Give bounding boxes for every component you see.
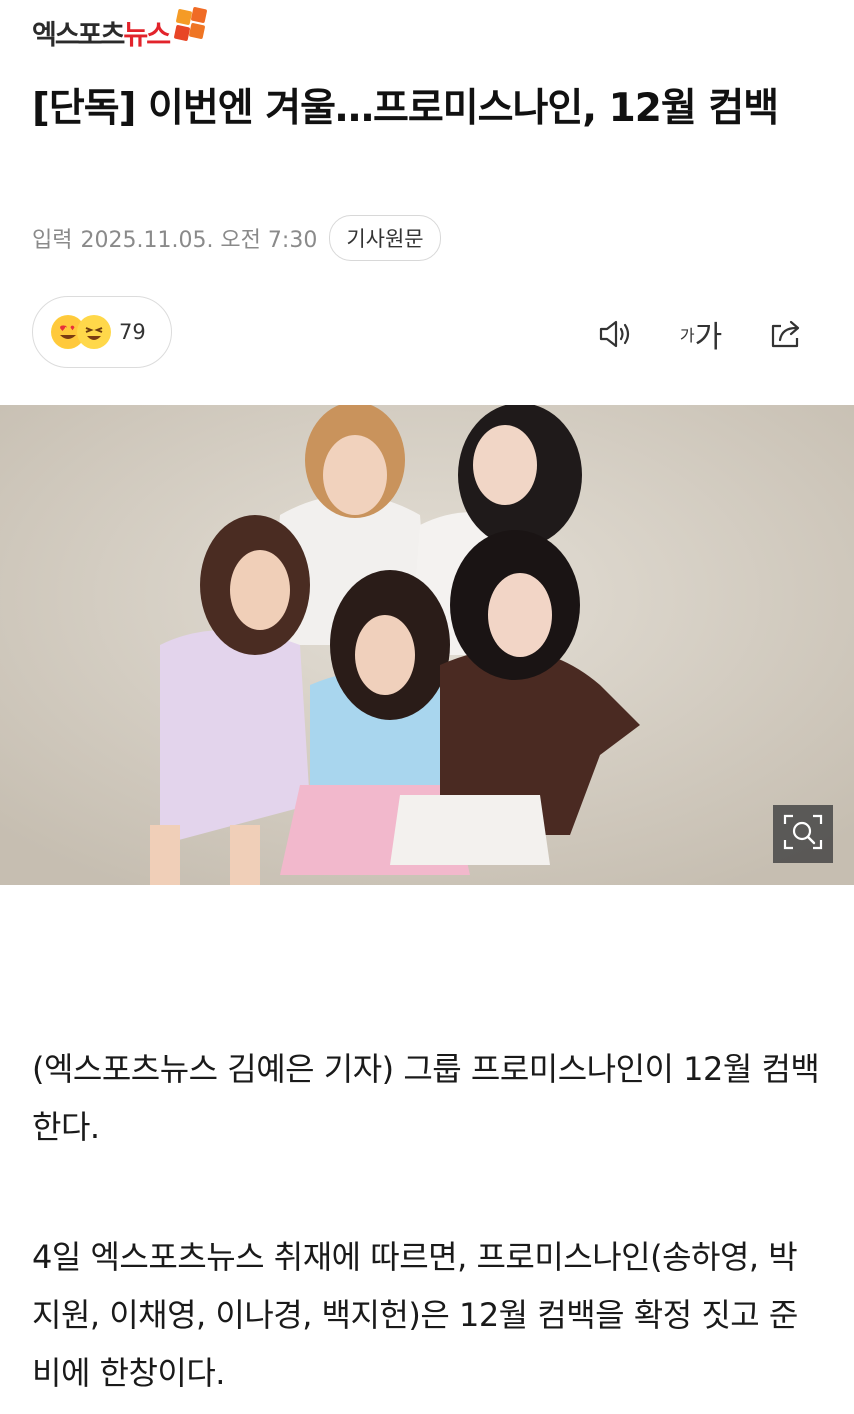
magnifier-zoom-icon bbox=[781, 812, 825, 856]
article-meta: 입력 2025.11.05. 오전 7:30 기사원문 bbox=[32, 214, 441, 262]
site-logo[interactable]: 엑스포츠뉴스 bbox=[32, 6, 209, 56]
article-title: [단독] 이번엔 겨울…프로미스나인, 12월 컴백 bbox=[32, 86, 779, 131]
logo-wordmark: 엑스포츠뉴스 bbox=[32, 19, 171, 51]
publish-date: 2025.11.05. 오전 7:30 bbox=[80, 228, 318, 253]
laughing-emoji-icon bbox=[77, 315, 111, 349]
font-size-icon[interactable]: 가가 bbox=[676, 312, 726, 356]
font-small-glyph: 가 bbox=[679, 326, 695, 345]
article-photo[interactable] bbox=[0, 405, 854, 885]
zoom-photo-button[interactable] bbox=[773, 805, 833, 863]
article-paragraph: (엑스포츠뉴스 김예은 기자) 그룹 프로미스나인이 12월 컴백한다. bbox=[32, 1050, 820, 1146]
reaction-count: 79 bbox=[119, 320, 146, 344]
article-paragraph: 4일 엑스포츠뉴스 취재에 따르면, 프로미스나인(송하영, 박지원, 이채영,… bbox=[32, 1238, 798, 1392]
share-icon[interactable] bbox=[764, 312, 808, 356]
speaker-icon[interactable] bbox=[594, 312, 638, 356]
font-large-glyph: 가 bbox=[694, 320, 723, 355]
input-label: 입력 bbox=[32, 228, 73, 253]
reaction-button[interactable]: 79 bbox=[32, 296, 172, 368]
original-article-button[interactable]: 기사원문 bbox=[329, 215, 441, 261]
logo-mark-icon bbox=[173, 6, 209, 44]
